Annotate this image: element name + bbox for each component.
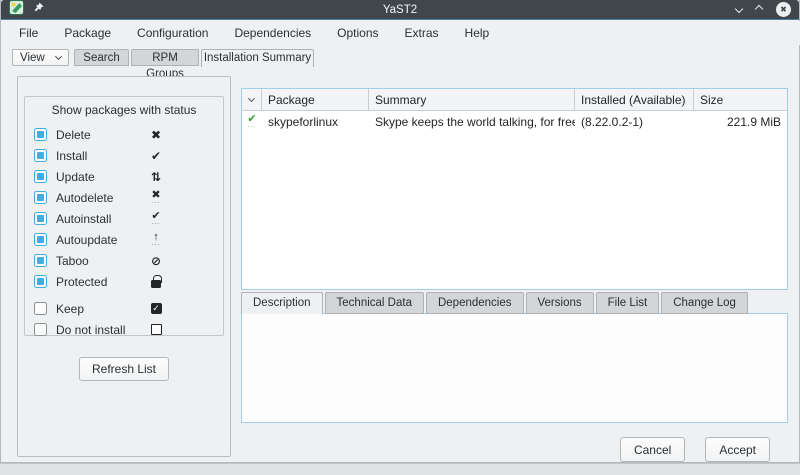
filter-label-protected: Protected [56, 274, 108, 289]
column-header-size[interactable]: Size [694, 89, 787, 110]
filter-row-do-not-install: Do not install [25, 319, 223, 340]
menu-bar: File Package Configuration Dependencies … [2, 21, 800, 45]
desktop: YaST2 ✖ File Package Configuration Depen… [0, 0, 800, 475]
filter-label-autoupdate: Autoupdate [56, 232, 118, 247]
pin-icon[interactable] [32, 1, 45, 19]
filter-label-autoinstall: Autoinstall [56, 211, 112, 226]
cell-summary: Skype keeps the world talking, for free. [375, 114, 575, 129]
tab-rpm-groups[interactable]: RPM Groups [131, 49, 199, 80]
sort-chevron-icon [247, 94, 256, 103]
menu-dependencies[interactable]: Dependencies [221, 21, 324, 45]
tab-search[interactable]: Search [74, 49, 129, 66]
filter-row-update: Update ⇅ [25, 166, 223, 187]
menu-options[interactable]: Options [324, 21, 391, 45]
menu-configuration[interactable]: Configuration [124, 21, 221, 45]
autodelete-status-icon: ✖ ∙∙∙ [151, 188, 161, 206]
maximize-icon[interactable] [754, 4, 764, 13]
cell-size: 221.9 MiB [726, 114, 781, 129]
checkbox-autoupdate[interactable] [34, 233, 47, 246]
minimize-icon[interactable] [734, 4, 744, 13]
window-bottom-edge [0, 463, 800, 475]
keep-status-icon: ✓ [150, 303, 162, 314]
title-bar: YaST2 ✖ [1, 0, 799, 20]
filter-label-do-not-install: Do not install [56, 322, 126, 337]
refresh-list-button[interactable]: Refresh List [78, 357, 170, 381]
checkbox-autoinstall[interactable] [34, 212, 47, 225]
checkbox-protected[interactable] [34, 275, 47, 288]
table-row[interactable]: ✔ ∙∙∙ skypeforlinux Skype keeps the world… [242, 111, 787, 132]
tab-technical-data[interactable]: Technical Data [324, 292, 424, 314]
checkbox-install[interactable] [34, 149, 47, 162]
filter-label-install: Install [56, 148, 88, 163]
close-icon[interactable]: ✖ [776, 2, 791, 17]
checkbox-do-not-install[interactable] [34, 323, 47, 336]
tab-versions[interactable]: Versions [525, 292, 594, 314]
column-header-package[interactable]: Package [262, 89, 369, 110]
tab-description[interactable]: Description [241, 292, 323, 314]
cancel-button[interactable]: Cancel [619, 437, 686, 462]
checkbox-keep[interactable] [34, 302, 47, 315]
do-not-install-status-icon [147, 324, 165, 335]
yast2-window: YaST2 ✖ File Package Configuration Depen… [0, 0, 800, 463]
filter-label-delete: Delete [56, 127, 91, 142]
filter-row-autoinstall: Autoinstall ✔ ∙∙∙ [25, 208, 223, 229]
column-header-status[interactable] [242, 89, 262, 110]
yast-app-icon [9, 0, 24, 20]
filter-row-autoupdate: Autoupdate ↑ ∙∙∙ [25, 229, 223, 250]
filter-panel-title: Show packages with status [51, 103, 197, 117]
tab-installation-summary[interactable]: Installation Summary [201, 49, 314, 67]
filter-label-taboo: Taboo [56, 253, 89, 268]
filter-row-delete: Delete ✖ [25, 124, 223, 145]
menu-file[interactable]: File [6, 21, 51, 45]
delete-status-icon: ✖ [150, 127, 162, 142]
checkbox-autodelete[interactable] [34, 191, 47, 204]
autoinstall-status-icon: ✔ ∙∙∙ [247, 113, 257, 130]
status-filter-frame: Show packages with status Delete ✖ Insta… [24, 96, 224, 337]
table-header: Package Summary Installed (Available) Si… [242, 89, 787, 111]
window-title: YaST2 [382, 4, 418, 16]
filter-row-protected: Protected [25, 271, 223, 292]
filter-label-autodelete: Autodelete [56, 190, 114, 205]
description-pane [241, 313, 788, 423]
chevron-down-icon [54, 52, 63, 61]
tab-change-log[interactable]: Change Log [661, 292, 748, 314]
filter-row-autodelete: Autodelete ✖ ∙∙∙ [25, 187, 223, 208]
autoupdate-status-icon: ↑ ∙∙∙ [151, 230, 160, 248]
update-status-icon: ⇅ [150, 169, 162, 184]
taboo-status-icon: ⊘ [150, 253, 162, 268]
checkbox-update[interactable] [34, 170, 47, 183]
view-dropdown-label: View [20, 51, 45, 64]
checkbox-taboo[interactable] [34, 254, 47, 267]
filter-row-taboo: Taboo ⊘ [25, 250, 223, 271]
filter-row-keep: Keep ✓ [25, 298, 223, 319]
tab-dependencies[interactable]: Dependencies [425, 292, 524, 314]
package-table: Package Summary Installed (Available) Si… [241, 88, 788, 290]
filter-panel: Show packages with status Delete ✖ Insta… [17, 76, 231, 457]
menu-extras[interactable]: Extras [392, 21, 452, 45]
detail-tab-bar: Description Technical Data Dependencies … [241, 292, 748, 314]
view-dropdown[interactable]: View [12, 49, 69, 66]
column-header-summary[interactable]: Summary [369, 89, 575, 110]
checkbox-delete[interactable] [34, 128, 47, 141]
protected-lock-icon [147, 275, 165, 288]
cell-package-name: skypeforlinux [268, 114, 339, 129]
filter-row-install: Install ✔ [25, 145, 223, 166]
footer-button-row: Cancel Accept [619, 437, 770, 462]
install-status-icon: ✔ [150, 148, 162, 163]
menu-package[interactable]: Package [51, 21, 124, 45]
cell-installed-available: (8.22.0.2-1) [581, 114, 644, 129]
filter-label-update: Update [56, 169, 95, 184]
accept-button[interactable]: Accept [705, 437, 770, 462]
filter-label-keep: Keep [56, 301, 85, 316]
tab-file-list[interactable]: File List [595, 292, 660, 314]
column-header-installed[interactable]: Installed (Available) [575, 89, 694, 110]
menu-help[interactable]: Help [452, 21, 503, 45]
main-tab-bar: View Search RPM Groups Installation Summ… [2, 46, 800, 80]
autoinstall-status-icon: ✔ ∙∙∙ [151, 209, 161, 227]
